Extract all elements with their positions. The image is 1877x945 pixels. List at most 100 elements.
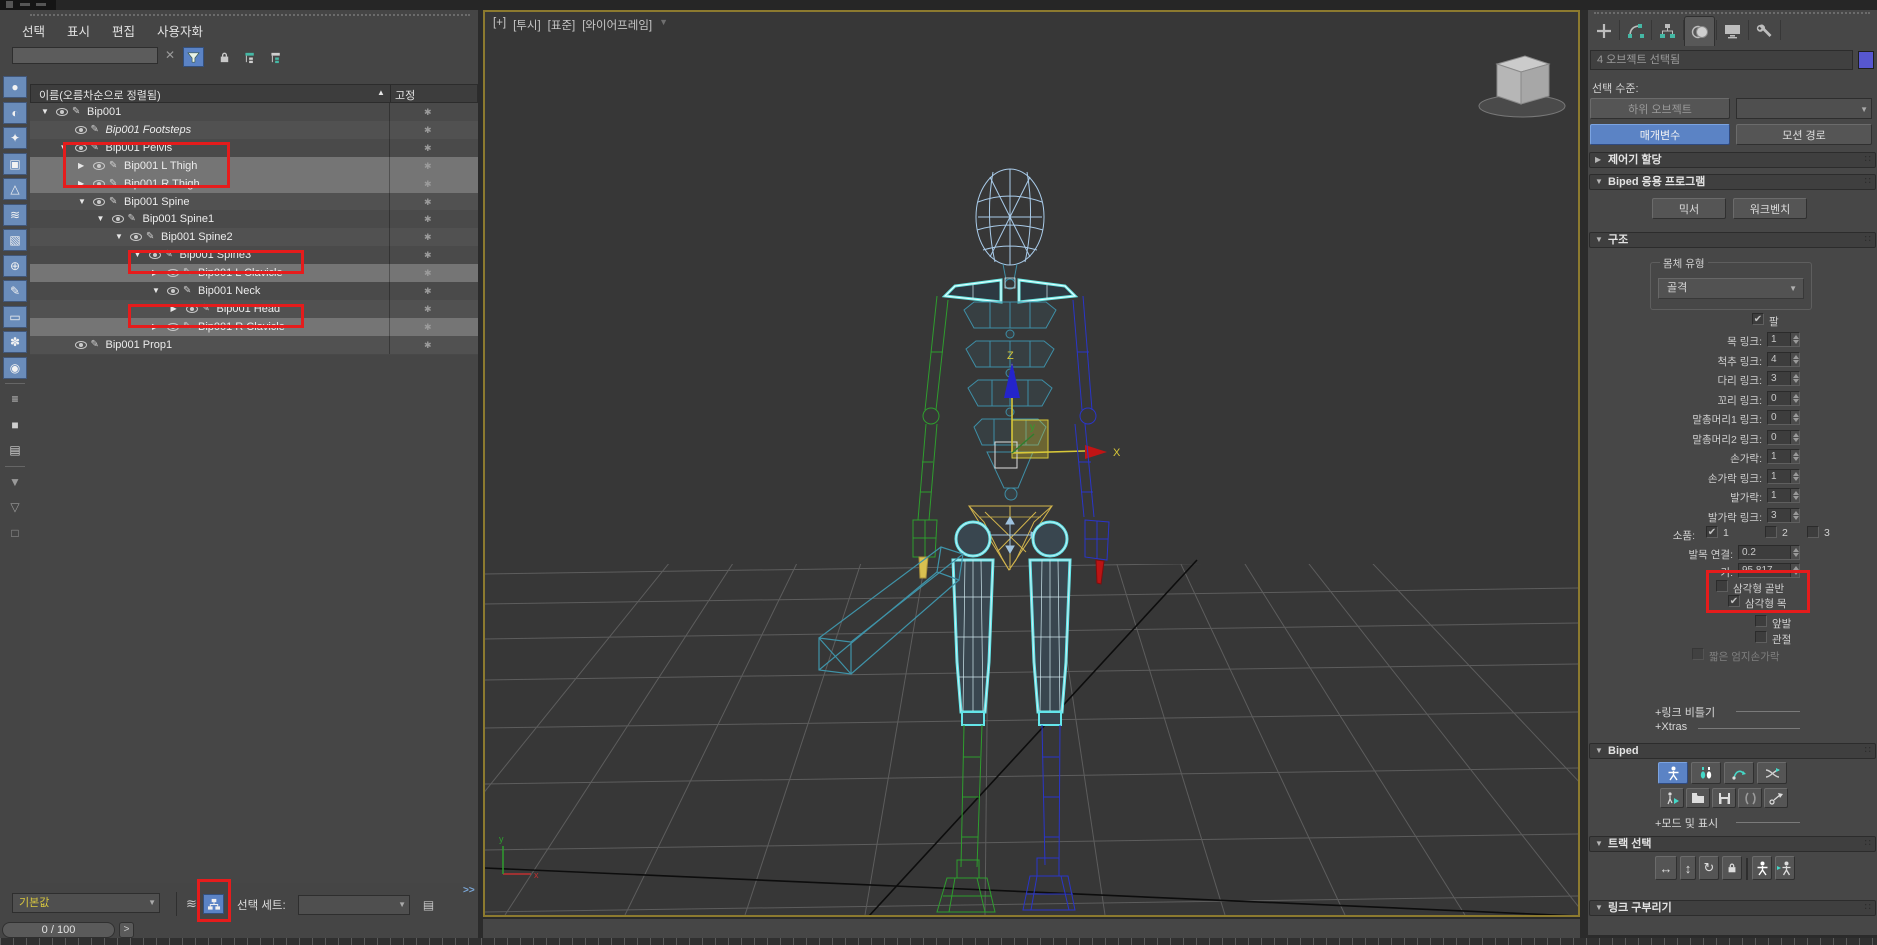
viewport-menu-pov[interactable]: [투시]	[513, 17, 541, 33]
layers-icon[interactable]: ≋	[181, 894, 202, 914]
rollout-biped[interactable]: ▼Biped∷	[1589, 743, 1876, 759]
rollout-assign-controller[interactable]: ▶제어기 할당∷	[1589, 152, 1876, 168]
tree-row-label[interactable]: Bip001 L Clavicle	[198, 264, 283, 282]
option-checkbox-3[interactable]	[1755, 615, 1767, 627]
spinner-arrows[interactable]	[1790, 353, 1799, 366]
eye-icon[interactable]	[130, 233, 142, 241]
tree-row-label[interactable]: Bip001 R Clavicle	[198, 318, 285, 336]
collapse-arrow-icon[interactable]: ▼	[97, 210, 105, 228]
tree-row-bip001-footsteps[interactable]: ✎Bip001 Footsteps✱	[30, 121, 478, 139]
filter-combinations-icon[interactable]: ▼	[3, 471, 27, 493]
menu-edit[interactable]: 편집	[112, 21, 135, 40]
body-horizontal-button[interactable]: ↔	[1655, 856, 1677, 880]
panel-drag-handle[interactable]	[30, 14, 470, 16]
spinner-arrows[interactable]	[1790, 489, 1799, 502]
tree-row-label[interactable]: Bip001 Neck	[198, 282, 260, 300]
clear-search-icon[interactable]: ✕	[165, 48, 175, 62]
convert-button[interactable]	[1738, 788, 1762, 808]
collapse-arrow-icon[interactable]: ▼	[78, 193, 86, 211]
tree-row-label[interactable]: Bip001 Prop1	[106, 336, 173, 354]
spinner-field-1[interactable]: 1	[1767, 332, 1800, 347]
tree-row-bip001-r-clavicle[interactable]: ▶✎Bip001 R Clavicle✱	[30, 318, 478, 336]
expand-arrow-icon[interactable]: ▶	[78, 175, 84, 193]
filter-icon[interactable]	[183, 47, 204, 67]
edit-selection-set-icon[interactable]: ▤	[418, 895, 439, 915]
display-spacewarps-icon[interactable]: ≋	[3, 204, 27, 226]
body-type-select[interactable]: 골격 ▼	[1658, 278, 1804, 299]
tree-row-label[interactable]: Bip001 Pelvis	[106, 139, 173, 157]
tab-create[interactable]	[1588, 16, 1619, 46]
option-checkbox-5[interactable]	[1692, 648, 1704, 660]
tree-row-label[interactable]: Bip001 Footsteps	[106, 121, 192, 139]
option-checkbox-1[interactable]	[1716, 580, 1728, 592]
tree-row-bip001[interactable]: ▼✎Bip001✱	[30, 103, 478, 121]
freeze-icon[interactable]: ✱	[424, 193, 432, 211]
body-rotation-button[interactable]: ↻	[1699, 856, 1719, 880]
search-input[interactable]	[12, 47, 158, 64]
collapse-tree-icon[interactable]	[266, 47, 287, 67]
freeze-icon[interactable]: ✱	[424, 175, 432, 193]
move-all-mode-button[interactable]	[1764, 788, 1788, 808]
biped-playback-button[interactable]	[1660, 788, 1684, 808]
eye-icon[interactable]	[167, 323, 179, 331]
spinner-field-2[interactable]: 4	[1767, 352, 1800, 367]
display-groups-icon[interactable]: ▧	[3, 229, 27, 251]
tab-utilities[interactable]	[1749, 16, 1780, 46]
overflow-chevron[interactable]: >>	[463, 885, 475, 896]
timeline-ruler[interactable]	[0, 938, 1877, 945]
freeze-icon[interactable]: ✱	[424, 282, 432, 300]
spinner-field-7[interactable]: 1	[1767, 449, 1800, 464]
motion-paths-button[interactable]: 모션 경로	[1736, 124, 1872, 145]
spinner-field-9[interactable]: 1	[1767, 488, 1800, 503]
tree-row-label[interactable]: Bip001 Head	[217, 300, 281, 318]
tree-row-label[interactable]: Bip001 R Thigh	[124, 175, 200, 193]
menu-select[interactable]: 선택	[22, 21, 45, 40]
parameters-button[interactable]: 매개변수	[1590, 124, 1730, 145]
option-checkbox-4[interactable]	[1755, 631, 1767, 643]
rollout-track-selection[interactable]: ▼트랙 선택∷	[1589, 836, 1876, 852]
expand-arrow-icon[interactable]: ▶	[171, 300, 177, 318]
filter-custom-icon[interactable]: ▽	[3, 496, 27, 518]
container-toggle-icon[interactable]: □	[3, 522, 27, 544]
sort-ascending-icon[interactable]: ▲	[377, 88, 385, 97]
arms-checkbox[interactable]: ✔	[1752, 313, 1764, 325]
track-next-button[interactable]: >	[119, 922, 134, 938]
perspective-viewport[interactable]: x y	[483, 10, 1580, 917]
tree-row-bip001-prop1[interactable]: ✎Bip001 Prop1✱	[30, 336, 478, 354]
expand-tree-icon[interactable]	[240, 47, 261, 67]
opposite-button[interactable]	[1775, 856, 1795, 880]
object-name-field[interactable]: 4 오브젝트 선택됨	[1590, 50, 1853, 70]
display-properties-icon[interactable]: ≡	[3, 388, 27, 410]
lock-icon[interactable]	[214, 47, 235, 67]
eye-icon[interactable]	[93, 162, 105, 170]
height-field[interactable]: 95.817	[1738, 563, 1800, 578]
spinner-field-3[interactable]: 3	[1767, 371, 1800, 386]
rollout-biped-apps[interactable]: ▼Biped 응용 프로그램∷	[1589, 174, 1876, 190]
column-name-label[interactable]: 이름(오름차순으로 정렬됨)	[39, 87, 161, 103]
freeze-icon[interactable]: ✱	[424, 210, 432, 228]
display-containers-icon[interactable]: ▭	[3, 306, 27, 328]
expand-arrow-icon[interactable]: ▶	[152, 264, 158, 282]
viewport-menu-shading[interactable]: [와이어프레임]	[582, 17, 652, 33]
sub-object-button[interactable]: 하위 오브젝트	[1590, 98, 1730, 119]
viewport-label[interactable]: [+] [투시] [표준] [와이어프레임] ▼	[493, 17, 668, 33]
mixer-mode-button[interactable]	[1757, 762, 1787, 784]
freeze-icon[interactable]: ✱	[424, 318, 432, 336]
figure-mode-button[interactable]	[1658, 762, 1688, 784]
sub-object-dropdown[interactable]: ▼	[1736, 98, 1872, 119]
save-file-button[interactable]	[1712, 788, 1736, 808]
display-lights-icon[interactable]: ✦	[3, 127, 27, 149]
load-file-button[interactable]	[1686, 788, 1710, 808]
spinner-arrows[interactable]	[1790, 333, 1799, 346]
tree-row-label[interactable]: Bip001 Spine3	[180, 246, 252, 264]
collapse-arrow-icon[interactable]: ▼	[134, 246, 142, 264]
eye-icon[interactable]	[112, 215, 124, 223]
tree-row-label[interactable]: Bip001	[87, 103, 121, 121]
display-geometry-icon[interactable]: ●	[3, 76, 27, 98]
display-helpers-icon[interactable]: △	[3, 178, 27, 200]
menu-display[interactable]: 표시	[67, 21, 90, 40]
collapse-arrow-icon[interactable]: ▼	[60, 139, 68, 157]
tree-row-bip001-head[interactable]: ▶✎Bip001 Head✱	[30, 300, 478, 318]
body-vertical-button[interactable]: ↕	[1680, 856, 1696, 880]
tree-column-header[interactable]: 이름(오름차순으로 정렬됨) ▲ 고정	[30, 84, 478, 103]
